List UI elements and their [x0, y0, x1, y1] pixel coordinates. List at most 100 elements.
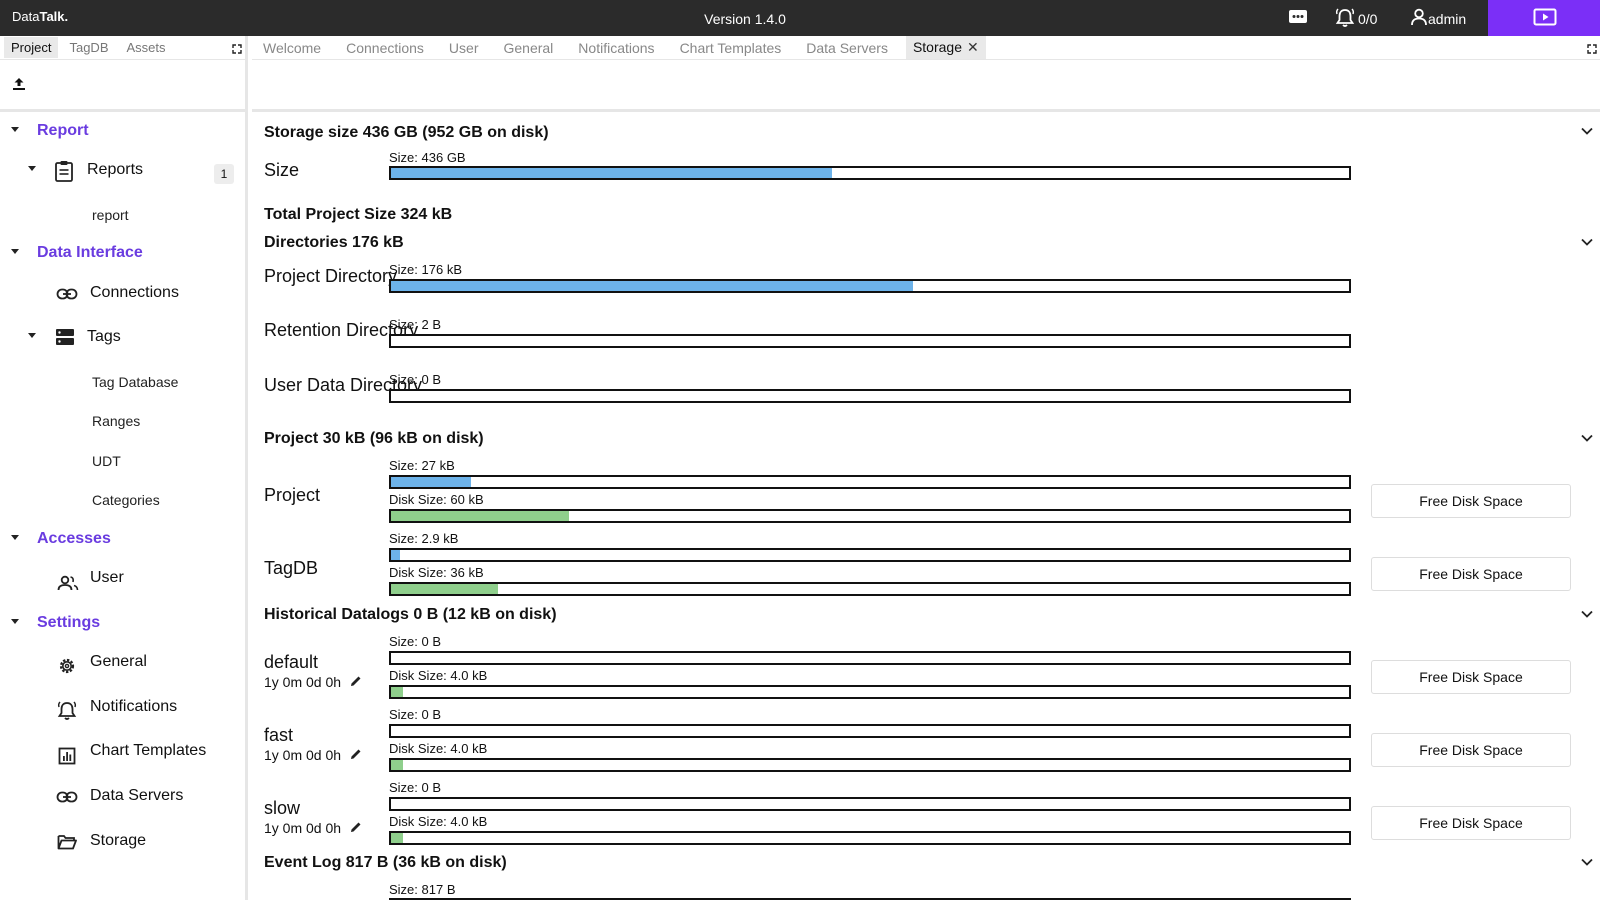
datalog-row-label: slow	[264, 798, 301, 818]
total-project-size: Total Project Size 324 kB	[264, 206, 453, 223]
tree-section-data-interface[interactable]: Data Interface	[37, 244, 143, 262]
storage-size-row-label: Size	[264, 160, 300, 180]
disk-size-bar	[389, 582, 1351, 596]
tree-item-chart-templates[interactable]: Chart Templates	[90, 742, 206, 760]
storage-content: Storage size 436 GB (952 GB on disk) Siz…	[252, 112, 1600, 900]
alarm-count[interactable]: 0/0	[1358, 11, 1377, 27]
datalog-row-label: default	[264, 652, 319, 672]
disk-size-bar-label: Disk Size: 36 kB	[389, 565, 484, 580]
tab-tagdb[interactable]: TagDB	[62, 37, 115, 58]
collapse-settings-caret[interactable]	[11, 619, 19, 624]
tab-welcome[interactable]: Welcome	[256, 37, 328, 59]
directory-bar	[389, 334, 1351, 348]
collapse-reports-caret[interactable]	[28, 166, 36, 171]
editor-toolbar	[252, 60, 1600, 112]
chevron-down-icon[interactable]	[1581, 853, 1593, 871]
collapse-tags-caret[interactable]	[28, 333, 36, 338]
size-bar	[389, 651, 1351, 665]
tab-data-servers[interactable]: Data Servers	[799, 37, 895, 59]
size-bar-label: Size: 0 B	[389, 780, 442, 795]
directory-bar-label: Size: 2 B	[389, 317, 442, 332]
tab-assets[interactable]: Assets	[120, 37, 173, 58]
tree-item-notifications[interactable]: Notifications	[90, 698, 177, 716]
folder-open-icon	[57, 834, 77, 855]
historical-datalogs-title: Historical Datalogs 0 B (12 kB on disk)	[264, 606, 557, 623]
free-disk-space-button[interactable]: Free Disk Space	[1371, 806, 1571, 840]
disk-size-bar-label: Disk Size: 4.0 kB	[389, 741, 488, 756]
user-menu[interactable]: admin	[1428, 11, 1466, 27]
tree-section-report[interactable]: Report	[37, 122, 89, 140]
collapse-report-caret[interactable]	[11, 127, 19, 132]
tree-item-storage[interactable]: Storage	[90, 832, 146, 850]
reports-count-badge: 1	[214, 164, 234, 184]
user-icon[interactable]	[1410, 8, 1428, 31]
disk-size-bar-fill	[391, 584, 499, 594]
tab-connections[interactable]: Connections	[339, 37, 431, 59]
chevron-down-icon[interactable]	[1581, 122, 1593, 140]
disk-size-bar-fill	[391, 833, 404, 843]
alarm-bell-icon[interactable]	[1334, 8, 1356, 33]
disk-size-bar	[389, 509, 1351, 523]
tree-item-tags[interactable]: Tags	[87, 328, 121, 346]
tree-item-ranges[interactable]: Ranges	[92, 413, 140, 429]
expand-panel-icon[interactable]	[232, 41, 242, 59]
free-disk-space-button[interactable]: Free Disk Space	[1371, 484, 1571, 518]
tab-chart-templates[interactable]: Chart Templates	[673, 37, 789, 59]
free-disk-space-button[interactable]: Free Disk Space	[1371, 660, 1571, 694]
tree-item-udt[interactable]: UDT	[92, 453, 121, 469]
chat-icon[interactable]	[1288, 8, 1308, 31]
tree-item-reports[interactable]: Reports	[87, 161, 143, 179]
event-log-title: Event Log 817 B (36 kB on disk)	[264, 854, 507, 871]
present-button[interactable]	[1488, 0, 1600, 36]
project-row-label: Project	[264, 485, 321, 505]
tree-item-general[interactable]: General	[90, 653, 147, 671]
directories-title: Directories 176 kB	[264, 234, 404, 251]
size-bar	[389, 797, 1351, 811]
tree-item-tag-database[interactable]: Tag Database	[92, 374, 178, 390]
tab-user[interactable]: User	[442, 37, 486, 59]
directory-row-label: Project Directory	[264, 266, 398, 286]
tree-section-settings[interactable]: Settings	[37, 614, 100, 632]
server-icon	[55, 327, 75, 352]
datalog-retention: 1y 0m 0d 0h	[264, 820, 342, 836]
free-disk-space-button[interactable]: Free Disk Space	[1371, 733, 1571, 767]
collapse-accesses-caret[interactable]	[11, 535, 19, 540]
chevron-down-icon[interactable]	[1581, 429, 1593, 447]
tab-storage[interactable]: Storage ✕	[905, 36, 986, 59]
gear-icon	[57, 656, 77, 681]
link-icon	[56, 790, 78, 809]
storage-size-bar-label: Size: 436 GB	[389, 150, 466, 165]
upload-icon[interactable]	[11, 76, 27, 92]
chevron-down-icon[interactable]	[1581, 233, 1593, 251]
tree-item-connections[interactable]: Connections	[90, 284, 179, 302]
size-bar-label: Size: 0 B	[389, 707, 442, 722]
storage-size-bar	[389, 166, 1351, 180]
tree-item-user[interactable]: User	[90, 569, 124, 587]
size-bar	[389, 724, 1351, 738]
edit-pencil-icon[interactable]	[350, 820, 362, 838]
tree-section-accesses[interactable]: Accesses	[37, 530, 111, 548]
tree-item-categories[interactable]: Categories	[92, 492, 160, 508]
free-disk-space-button[interactable]: Free Disk Space	[1371, 557, 1571, 591]
expand-editor-icon[interactable]	[1587, 41, 1597, 59]
tree-item-data-servers[interactable]: Data Servers	[90, 787, 183, 805]
disk-size-bar-label: Disk Size: 4.0 kB	[389, 668, 488, 683]
bell-icon	[56, 701, 78, 726]
storage-size-title: Storage size 436 GB (952 GB on disk)	[264, 124, 549, 141]
editor-tab-bar: Welcome Connections User General Notific…	[252, 36, 1600, 60]
close-tab-icon[interactable]: ✕	[967, 39, 979, 55]
collapse-data-interface-caret[interactable]	[11, 249, 19, 254]
link-icon	[56, 287, 78, 306]
tab-project[interactable]: Project	[4, 37, 59, 58]
directory-bar	[389, 389, 1351, 403]
edit-pencil-icon[interactable]	[350, 674, 362, 692]
tab-general[interactable]: General	[496, 37, 560, 59]
edit-pencil-icon[interactable]	[350, 747, 362, 765]
chevron-down-icon[interactable]	[1581, 605, 1593, 623]
left-toolbar	[0, 60, 245, 112]
tree-item-report[interactable]: report	[92, 207, 129, 223]
version-label: Version 1.4.0	[704, 11, 786, 27]
chart-icon	[58, 747, 76, 770]
disk-size-bar-fill	[391, 511, 570, 521]
tab-notifications[interactable]: Notifications	[571, 37, 661, 59]
